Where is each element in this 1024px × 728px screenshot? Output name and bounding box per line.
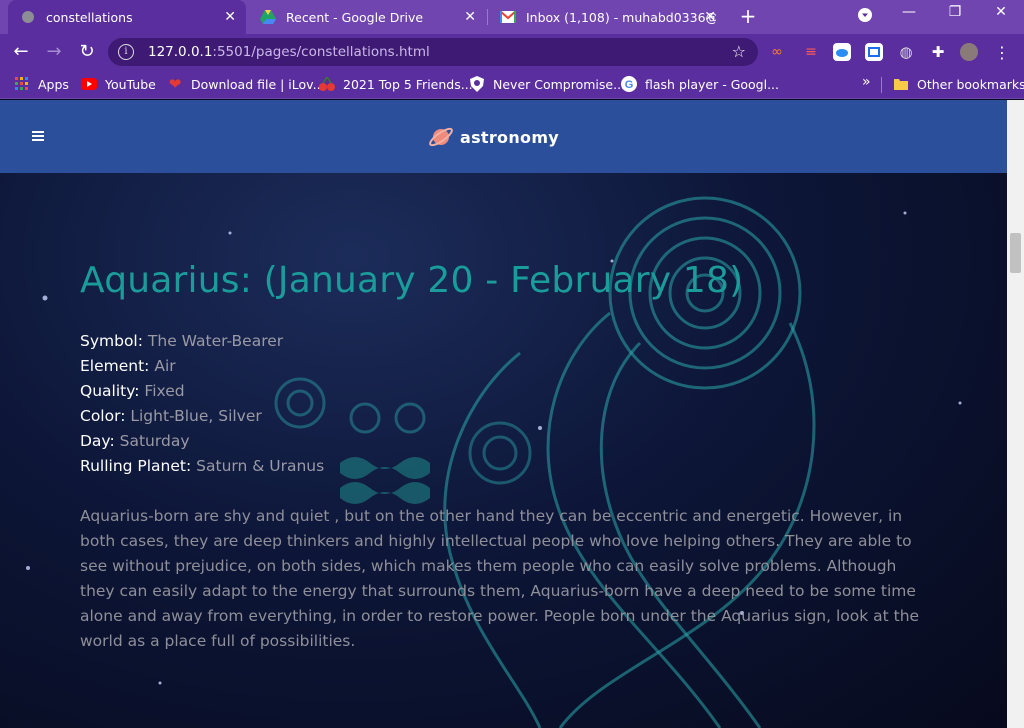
minimize-icon[interactable]: — — [897, 4, 921, 20]
shield-icon — [469, 76, 485, 92]
fact-symbol: Symbol: The Water-Bearer — [80, 329, 940, 354]
bookmark-ilovepdf[interactable]: ❤ Download file | iLov... — [167, 75, 325, 93]
extension-lines-icon[interactable]: ≡ — [802, 43, 820, 61]
extensions-puzzle-icon[interactable]: ✚ — [929, 43, 947, 61]
extension-infinity-icon[interactable]: ∞ — [768, 43, 786, 61]
fact-value: Light-Blue, Silver — [130, 407, 262, 425]
bookmark-label: 2021 Top 5 Friends... — [343, 76, 473, 92]
fact-key: Symbol: — [80, 332, 143, 350]
bookmark-label: Other bookmarks — [917, 76, 1024, 92]
heart-icon: ❤ — [168, 75, 182, 93]
fact-key: Quality: — [80, 382, 140, 400]
restore-icon[interactable]: ❐ — [943, 4, 967, 20]
planet-icon — [429, 127, 453, 147]
bookmark-star-icon[interactable]: ☆ — [732, 42, 746, 61]
other-bookmarks-folder[interactable]: Other bookmarks — [893, 76, 1024, 92]
cherry-icon — [319, 76, 335, 92]
tab-title: Inbox (1,108) - muhabd0336@gm — [526, 9, 716, 25]
bookmark-label: YouTube — [105, 76, 156, 92]
sign-content: Aquarius: (January 20 - February 18) Sym… — [80, 260, 940, 654]
google-drive-icon — [260, 9, 276, 25]
menu-kebab-icon[interactable]: ⋮ — [993, 43, 1011, 62]
tab-gmail[interactable]: Inbox (1,108) - muhabd0336@gm ✕ — [488, 0, 726, 34]
sign-facts: Symbol: The Water-Bearer Element: Air Qu… — [80, 329, 940, 479]
brand-name: astronomy — [460, 127, 560, 147]
url-text: 127.0.0.1:5501/pages/constellations.html — [148, 44, 430, 60]
tab-title: Recent - Google Drive — [286, 9, 424, 25]
tab-strip: constellations ✕ Recent - Google Drive ✕… — [0, 0, 1024, 34]
svg-text:G: G — [625, 79, 634, 91]
bookmark-apps[interactable]: Apps — [14, 76, 69, 92]
bookmarks-bar: Apps YouTube ❤ Download file | iLov... 2… — [0, 70, 1024, 99]
close-tab-icon[interactable]: ✕ — [224, 9, 236, 25]
url-host: 127.0.0.1 — [148, 44, 213, 60]
bookmark-youtube[interactable]: YouTube — [81, 76, 156, 92]
fact-element: Element: Air — [80, 354, 940, 379]
fact-day: Day: Saturday — [80, 429, 940, 454]
bookmark-label: flash player - Googl... — [645, 76, 780, 92]
bookmarks-separator — [881, 77, 882, 93]
folder-icon — [893, 76, 909, 92]
new-tab-button[interactable]: + — [738, 6, 758, 26]
forward-icon[interactable]: → — [43, 41, 65, 63]
extension-screen-icon[interactable] — [865, 43, 883, 61]
extension-cloud-icon[interactable] — [833, 43, 851, 61]
bookmark-never-compromise[interactable]: Never Compromise... — [469, 76, 625, 92]
fact-value: The Water-Bearer — [147, 332, 284, 350]
fact-key: Day: — [80, 432, 115, 450]
bookmark-label: Download file | iLov... — [191, 76, 325, 92]
fact-color: Color: Light-Blue, Silver — [80, 404, 940, 429]
site-info-icon[interactable]: i — [118, 44, 134, 60]
page-scrollbar[interactable] — [1007, 100, 1024, 728]
hamburger-menu-icon[interactable] — [32, 131, 44, 141]
url-path: :5501/pages/constellations.html — [212, 44, 430, 60]
close-window-icon[interactable]: ✕ — [989, 4, 1013, 20]
page-viewport: astronomy Aquarius: (January 20 - Februa… — [0, 100, 1007, 728]
reload-icon[interactable]: ↻ — [76, 41, 98, 63]
fact-value: Air — [154, 357, 176, 375]
fact-value: Saturday — [119, 432, 190, 450]
sign-description: Aquarius-born are shy and quiet , but on… — [80, 507, 920, 650]
fact-value: Saturn & Uranus — [196, 457, 325, 475]
youtube-icon — [81, 76, 97, 92]
gmail-icon — [500, 9, 516, 25]
fact-key: Rulling Planet: — [80, 457, 192, 475]
fact-key: Color: — [80, 407, 126, 425]
fact-value: Fixed — [144, 382, 185, 400]
tab-title: constellations — [46, 9, 133, 25]
brand-logo[interactable]: astronomy — [428, 124, 559, 150]
close-tab-icon[interactable]: ✕ — [464, 9, 476, 25]
apps-grid-icon — [14, 76, 30, 92]
bookmark-label: Apps — [38, 76, 69, 92]
tab-constellations[interactable]: constellations ✕ — [8, 0, 246, 34]
fact-quality: Quality: Fixed — [80, 379, 940, 404]
tab-google-drive[interactable]: Recent - Google Drive ✕ — [248, 0, 486, 34]
close-tab-icon[interactable]: ✕ — [704, 9, 716, 25]
bookmark-top-friends[interactable]: 2021 Top 5 Friends... — [319, 76, 473, 92]
bookmark-label: Never Compromise... — [493, 76, 626, 92]
profile-avatar[interactable] — [960, 43, 978, 61]
fact-key: Element: — [80, 357, 150, 375]
fact-ruling-planet: Rulling Planet: Saturn & Uranus — [80, 454, 940, 479]
back-icon[interactable]: ← — [10, 41, 32, 63]
bookmark-flash-player[interactable]: G flash player - Googl... — [621, 76, 779, 92]
google-icon: G — [621, 76, 637, 92]
tab-search-icon[interactable] — [853, 8, 877, 26]
bookmarks-overflow-button[interactable]: » — [862, 74, 871, 90]
sign-heading: Aquarius: (January 20 - February 18) — [80, 260, 744, 301]
globe-icon — [20, 9, 36, 25]
extension-globe-icon[interactable]: ◍ — [897, 43, 915, 61]
scrollbar-thumb[interactable] — [1010, 233, 1021, 273]
site-header: astronomy — [0, 100, 1007, 173]
address-bar[interactable]: i 127.0.0.1:5501/pages/constellations.ht… — [108, 38, 758, 66]
